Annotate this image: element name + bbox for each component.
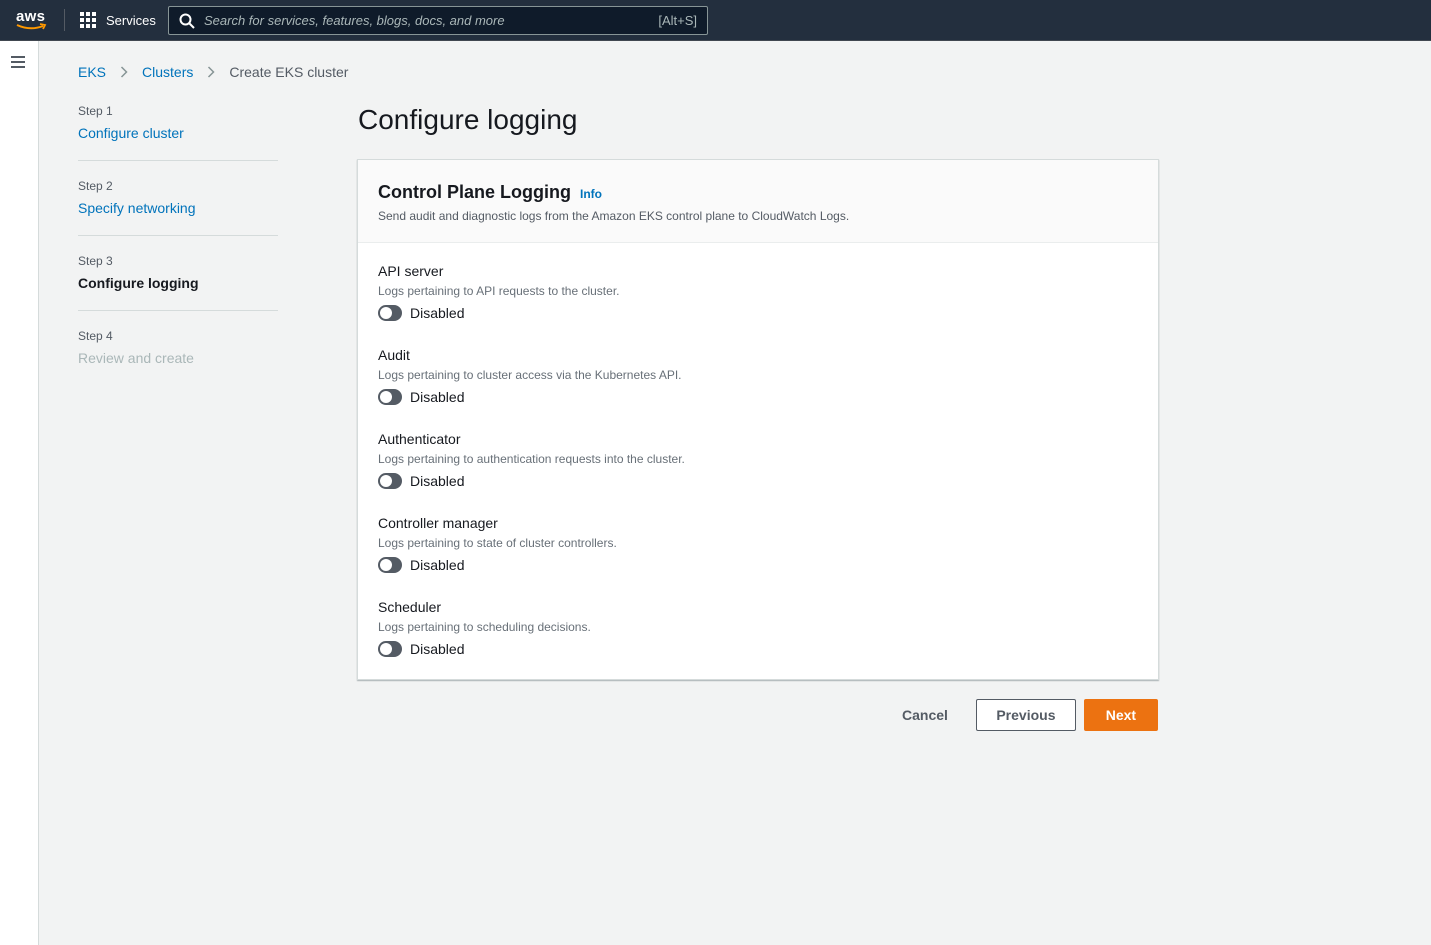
log-description: Logs pertaining to scheduling decisions. bbox=[378, 620, 591, 634]
services-menu-button[interactable]: Services bbox=[80, 10, 156, 30]
search-input[interactable] bbox=[204, 13, 659, 28]
log-description: Logs pertaining to state of cluster cont… bbox=[378, 536, 617, 550]
log-description: Logs pertaining to authentication reques… bbox=[378, 452, 685, 466]
left-rail bbox=[0, 41, 39, 945]
log-name: Controller manager bbox=[378, 515, 498, 531]
services-label: Services bbox=[106, 12, 156, 28]
toggle-switch[interactable] bbox=[378, 305, 402, 321]
toggle-authenticator[interactable]: Disabled bbox=[378, 473, 1138, 489]
log-description: Logs pertaining to cluster access via th… bbox=[378, 368, 682, 382]
log-item-api-server: API server Logs pertaining to API reques… bbox=[378, 263, 1138, 347]
toggle-audit[interactable]: Disabled bbox=[378, 389, 1138, 405]
step-current-configure-logging: Configure logging bbox=[78, 275, 199, 291]
aws-smile-icon bbox=[16, 23, 47, 30]
chevron-right-icon bbox=[208, 66, 215, 78]
toggle-switch[interactable] bbox=[378, 557, 402, 573]
toggle-label: Disabled bbox=[410, 305, 465, 321]
breadcrumb-current: Create EKS cluster bbox=[229, 64, 349, 80]
log-name: Audit bbox=[378, 347, 410, 363]
panel-header: Control Plane Logging Info Send audit an… bbox=[358, 160, 1158, 243]
search-icon bbox=[179, 13, 195, 29]
step-number: Step 3 bbox=[78, 254, 113, 268]
toggle-label: Disabled bbox=[410, 389, 465, 405]
hamburger-icon[interactable] bbox=[11, 56, 25, 68]
previous-button[interactable]: Previous bbox=[975, 699, 1076, 731]
chevron-right-icon bbox=[120, 66, 128, 78]
log-name: Authenticator bbox=[378, 431, 461, 447]
control-plane-logging-panel: Control Plane Logging Info Send audit an… bbox=[357, 159, 1159, 680]
toggle-api-server[interactable]: Disabled bbox=[378, 305, 1138, 321]
step-link-configure-cluster[interactable]: Configure cluster bbox=[78, 125, 278, 141]
toggle-switch[interactable] bbox=[378, 389, 402, 405]
breadcrumb-eks[interactable]: EKS bbox=[78, 64, 106, 80]
log-item-audit: Audit Logs pertaining to cluster access … bbox=[378, 347, 1138, 431]
step-link-specify-networking[interactable]: Specify networking bbox=[78, 200, 278, 216]
panel-body: API server Logs pertaining to API reques… bbox=[358, 243, 1158, 683]
wizard-actions: Cancel Previous Next bbox=[884, 699, 1158, 731]
toggle-label: Disabled bbox=[410, 641, 465, 657]
cancel-button[interactable]: Cancel bbox=[884, 699, 966, 731]
info-link[interactable]: Info bbox=[580, 187, 602, 201]
wizard-steps: Step 1 Configure cluster Step 2 Specify … bbox=[78, 104, 278, 404]
breadcrumb-clusters[interactable]: Clusters bbox=[142, 64, 193, 80]
panel-title: Control Plane Logging bbox=[378, 182, 571, 202]
log-name: Scheduler bbox=[378, 599, 442, 615]
panel-description: Send audit and diagnostic logs from the … bbox=[378, 209, 850, 223]
toggle-label: Disabled bbox=[410, 473, 465, 489]
nav-divider bbox=[64, 9, 65, 31]
log-item-controller-manager: Controller manager Logs pertaining to st… bbox=[378, 515, 1138, 599]
wizard-step-3: Step 3 Configure logging bbox=[78, 254, 278, 311]
toggle-scheduler[interactable]: Disabled bbox=[378, 641, 1138, 657]
wizard-step-1: Step 1 Configure cluster bbox=[78, 104, 278, 161]
step-number: Step 4 bbox=[78, 329, 113, 343]
page-title: Configure logging bbox=[358, 104, 578, 135]
aws-logo[interactable]: aws bbox=[16, 8, 48, 32]
wizard-step-2: Step 2 Specify networking bbox=[78, 179, 278, 236]
toggle-controller-manager[interactable]: Disabled bbox=[378, 557, 1138, 573]
log-description: Logs pertaining to API requests to the c… bbox=[378, 284, 620, 298]
toggle-switch[interactable] bbox=[378, 473, 402, 489]
top-nav: aws Services [Alt+S] bbox=[0, 0, 1431, 41]
toggle-label: Disabled bbox=[410, 557, 465, 573]
search-box[interactable]: [Alt+S] bbox=[168, 6, 708, 35]
step-number: Step 1 bbox=[78, 104, 113, 118]
log-name: API server bbox=[378, 263, 444, 279]
breadcrumb: EKS Clusters Create EKS cluster bbox=[78, 64, 348, 80]
step-number: Step 2 bbox=[78, 179, 113, 193]
next-button[interactable]: Next bbox=[1083, 699, 1158, 731]
step-disabled-review-create: Review and create bbox=[78, 350, 194, 366]
toggle-switch[interactable] bbox=[378, 641, 402, 657]
log-item-scheduler: Scheduler Logs pertaining to scheduling … bbox=[378, 599, 1138, 683]
grid-icon bbox=[80, 11, 97, 29]
log-item-authenticator: Authenticator Logs pertaining to authent… bbox=[378, 431, 1138, 515]
search-shortcut-hint: [Alt+S] bbox=[658, 13, 697, 28]
wizard-step-4: Step 4 Review and create bbox=[78, 329, 278, 386]
